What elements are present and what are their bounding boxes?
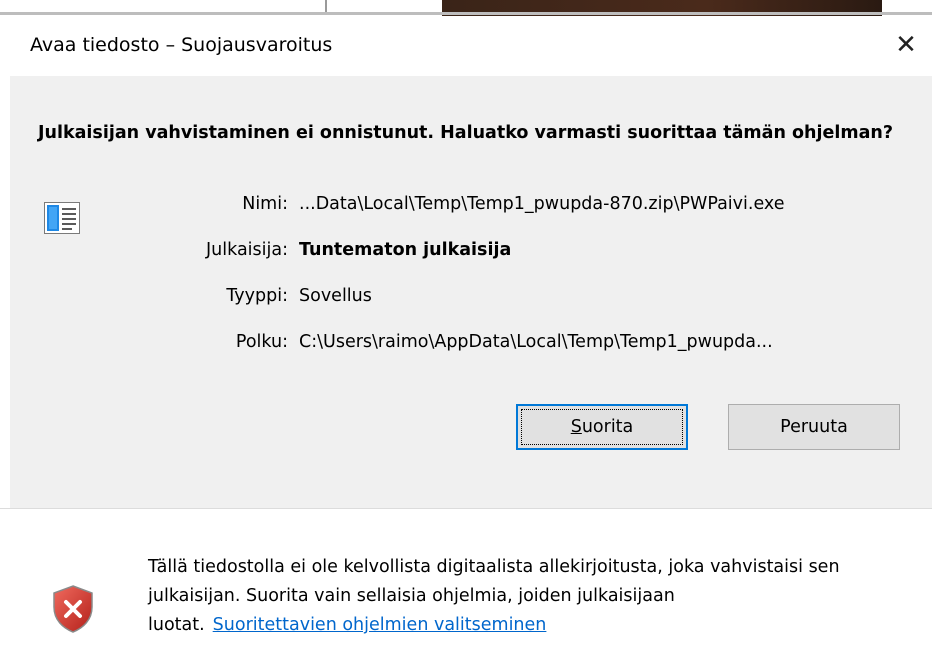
warning-heading: Julkaisijan vahvistaminen ei onnistunut.… (38, 123, 894, 143)
path-label: Polku: (235, 332, 288, 352)
security-warning-dialog: Avaa tiedosto – Suojausvaroitus ✕ Julkai… (0, 16, 932, 653)
dialog-title: Avaa tiedosto – Suojausvaroitus (30, 34, 333, 56)
focus-rectangle (521, 409, 683, 445)
type-row: Tyyppi: Sovellus (10, 286, 932, 312)
background-window-strip (0, 0, 932, 16)
warning-message: Tällä tiedostolla ei ole kelvollista dig… (148, 553, 868, 640)
run-button[interactable]: Suorita (516, 404, 688, 450)
background-border-line (0, 12, 932, 15)
publisher-row: Julkaisija: Tuntematon julkaisija (10, 240, 932, 266)
cancel-button-label: Peruuta (780, 417, 848, 437)
close-button[interactable]: ✕ (880, 16, 932, 74)
type-label: Tyyppi: (226, 286, 288, 306)
title-bar: Avaa tiedosto – Suojausvaroitus ✕ (0, 16, 932, 76)
name-value: ...Data\Local\Temp\Temp1_pwupda-870.zip\… (299, 194, 785, 214)
publisher-value: Tuntematon julkaisija (299, 240, 512, 260)
details-panel: Julkaisijan vahvistaminen ei onnistunut.… (10, 76, 932, 508)
warning-section: Tällä tiedostolla ei ole kelvollista dig… (0, 509, 932, 653)
publisher-label: Julkaisija: (206, 240, 288, 260)
name-row: Nimi: ...Data\Local\Temp\Temp1_pwupda-87… (10, 194, 932, 220)
shield-error-icon (53, 585, 93, 633)
path-value: C:\Users\raimo\AppData\Local\Temp\Temp1_… (299, 332, 773, 352)
cancel-button[interactable]: Peruuta (728, 404, 900, 450)
name-label: Nimi: (242, 194, 288, 214)
close-icon: ✕ (895, 30, 917, 60)
type-value: Sovellus (299, 286, 372, 306)
choose-programs-link[interactable]: Suoritettavien ohjelmien valitseminen (213, 615, 547, 635)
path-row: Polku: C:\Users\raimo\AppData\Local\Temp… (10, 332, 932, 358)
